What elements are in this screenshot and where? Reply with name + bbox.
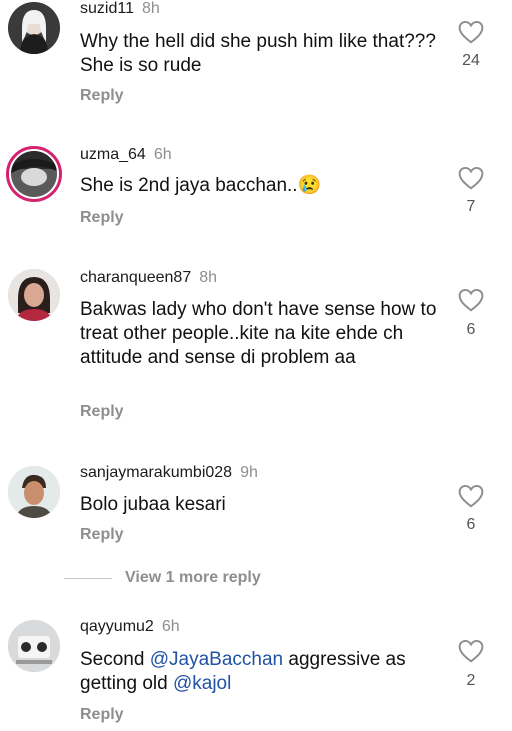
username[interactable]: uzma_64	[80, 146, 146, 163]
like-count: 6	[466, 321, 476, 338]
timestamp: 6h	[153, 146, 172, 163]
heart-outline-icon[interactable]	[458, 484, 484, 508]
comment-text: She is 2nd jaya bacchan..😢	[80, 174, 440, 198]
mention-link[interactable]: @kajol	[173, 673, 231, 694]
like-count: 6	[466, 516, 476, 533]
comment-text-body: Second	[80, 649, 150, 670]
comment-meta: suzid11 8h	[80, 0, 160, 18]
reply-button[interactable]: Reply	[80, 403, 124, 421]
username[interactable]: charanqueen87	[80, 269, 191, 286]
avatar[interactable]	[8, 269, 60, 321]
crying-face-emoji-icon: 😢	[297, 175, 322, 196]
reply-button[interactable]: Reply	[80, 87, 124, 105]
reply-button[interactable]: Reply	[80, 209, 124, 227]
like-count: 2	[466, 672, 476, 689]
username[interactable]: sanjaymarakumbi028	[80, 464, 232, 481]
avatar[interactable]	[8, 466, 60, 518]
like-count: 7	[466, 198, 476, 215]
avatar[interactable]	[6, 146, 62, 202]
heart-outline-icon[interactable]	[458, 20, 484, 44]
comment-meta: sanjaymarakumbi028 9h	[80, 464, 258, 482]
comment-text: Bolo jubaa kesari	[80, 494, 226, 515]
comment-meta: qayyumu2 6h	[80, 618, 180, 636]
timestamp: 9h	[240, 464, 258, 481]
avatar[interactable]	[8, 2, 60, 54]
comment-text: Why the hell did she push him like that?…	[80, 31, 436, 76]
username[interactable]: suzid11	[80, 0, 134, 17]
replies-divider	[64, 578, 112, 579]
comment-text: Second @JayaBacchan aggressive as gettin…	[80, 648, 440, 696]
timestamp: 6h	[161, 618, 180, 635]
username[interactable]: qayyumu2	[80, 618, 154, 635]
heart-outline-icon[interactable]	[458, 639, 484, 663]
timestamp: 8h	[141, 0, 160, 17]
avatar[interactable]	[8, 620, 60, 672]
reply-button[interactable]: Reply	[80, 706, 124, 724]
like-count: 24	[462, 52, 480, 69]
comment-text-body: She is 2nd jaya bacchan..	[80, 175, 298, 196]
view-more-replies-button[interactable]: View 1 more reply	[125, 569, 261, 587]
comment-text: Bakwas lady who don't have sense how to …	[80, 299, 437, 368]
heart-outline-icon[interactable]	[458, 288, 484, 312]
comment-meta: uzma_64 6h	[80, 146, 172, 164]
heart-outline-icon[interactable]	[458, 166, 484, 190]
mention-link[interactable]: @JayaBacchan	[150, 649, 283, 670]
timestamp: 8h	[199, 269, 218, 286]
reply-button[interactable]: Reply	[80, 526, 124, 544]
comment-meta: charanqueen87 8h	[80, 269, 217, 287]
